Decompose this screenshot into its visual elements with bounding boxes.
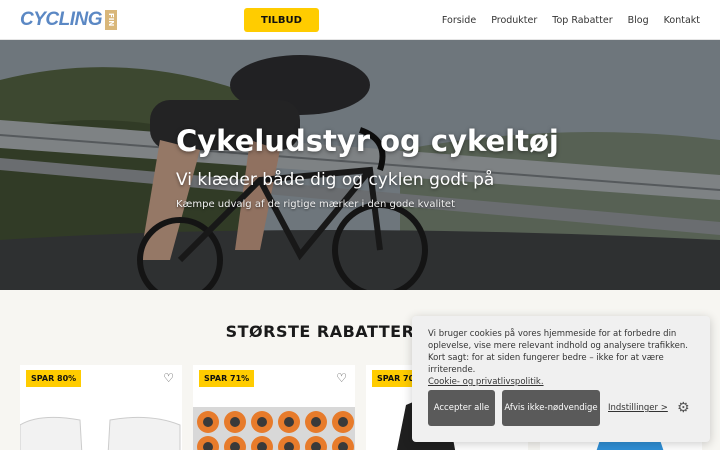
nav-blog[interactable]: Blog — [628, 15, 649, 26]
hero-image — [0, 40, 720, 290]
nav-top-rabatter[interactable]: Top Rabatter — [552, 15, 612, 26]
hero-title: Cykeludstyr og cykeltøj — [176, 124, 559, 158]
hero-tagline: Kæmpe udvalg af de rigtige mærker i den … — [176, 199, 456, 210]
site-logo[interactable]: CYCLING FIN — [20, 8, 117, 32]
product-card[interactable]: SPAR 80% ♡ — [20, 365, 182, 450]
site-header: CYCLING FIN TILBUD Forside Produkter Top… — [0, 0, 720, 40]
cookie-text: Vi bruger cookies på vores hjemmeside fo… — [428, 329, 688, 375]
tilbud-button[interactable]: TILBUD — [244, 8, 319, 32]
reject-nonessential-button[interactable]: Afvis ikke-nødvendige — [502, 390, 600, 426]
heart-icon[interactable]: ♡ — [336, 371, 347, 385]
discount-badge: SPAR 71% — [199, 370, 255, 387]
hero-banner: Cykeludstyr og cykeltøj Vi klæder både d… — [0, 40, 720, 290]
cookie-policy-link[interactable]: Cookie- og privatlivspolitik. — [428, 377, 694, 387]
main-nav: Forside Produkter Top Rabatter Blog Kont… — [442, 0, 700, 40]
product-image — [20, 416, 181, 450]
cookie-banner: Vi bruger cookies på vores hjemmeside fo… — [412, 316, 710, 442]
accept-all-button[interactable]: Accepter alle — [428, 390, 495, 426]
nav-forside[interactable]: Forside — [442, 15, 476, 26]
product-card[interactable]: SPAR 71% ♡ — [193, 365, 355, 450]
nav-kontakt[interactable]: Kontakt — [664, 15, 700, 26]
cookie-settings-icon[interactable]: ⚙ — [677, 400, 690, 416]
cookie-settings-link[interactable]: Indstillinger > — [608, 403, 668, 413]
hero-subtitle: Vi klæder både dig og cyklen godt på — [176, 170, 495, 190]
logo-text: CYCLING — [20, 9, 103, 30]
logo-badge: FIN — [105, 10, 117, 30]
nav-produkter[interactable]: Produkter — [491, 15, 537, 26]
